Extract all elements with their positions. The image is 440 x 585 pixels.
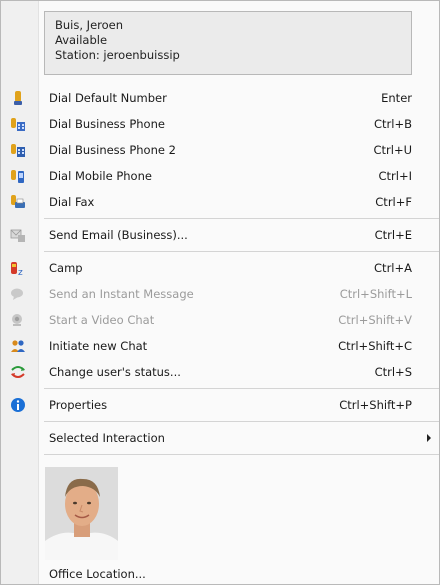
dial-mobile-phone-label: Dial Mobile Phone [49,169,152,183]
dial-fax-shortcut: Ctrl+F [375,195,412,209]
instant-message-icon [11,288,23,300]
menu-item-dial-fax[interactable]: Dial Fax Ctrl+F [1,189,439,215]
chat-icon [11,340,25,352]
menu-separator [44,251,439,252]
contact-status: Available [55,33,108,47]
start-video-chat-label: Start a Video Chat [49,313,155,327]
fax-icon [11,195,25,208]
dial-mobile-phone-shortcut: Ctrl+I [378,169,413,183]
office-location-link[interactable]: Office Location... [49,567,146,581]
start-video-chat-shortcut: Ctrl+Shift+V [338,313,412,327]
submenu-arrow-icon [427,434,431,442]
initiate-new-chat-shortcut: Ctrl+Shift+C [338,339,412,353]
business-phone-2-icon [11,144,25,157]
contact-photo-image [45,467,118,560]
menu-item-send-instant-message[interactable]: Send an Instant Message Ctrl+Shift+L [1,281,439,307]
selected-interaction-label: Selected Interaction [49,431,165,445]
menu-separator [44,218,439,219]
menu-item-change-user-status[interactable]: Change user's status... Ctrl+S [1,359,439,385]
change-status-icon [11,366,25,378]
initiate-new-chat-label: Initiate new Chat [49,339,148,353]
menu-item-selected-interaction[interactable]: Selected Interaction [1,425,439,451]
menu-items: Dial Default Number Enter Dial Business … [1,85,439,458]
menu-item-dial-business-phone[interactable]: Dial Business Phone Ctrl+B [1,111,439,137]
menu-item-properties[interactable]: Properties Ctrl+Shift+P [1,392,439,418]
dial-business-phone-shortcut: Ctrl+B [374,117,412,131]
menu-separator [44,454,439,455]
contact-context-menu: Buis, Jeroen Available Station: jeroenbu… [0,0,440,585]
contact-card: Buis, Jeroen Available Station: jeroenbu… [44,11,412,75]
camp-icon: z [11,262,23,276]
send-instant-message-label: Send an Instant Message [49,287,194,301]
dial-business-phone-2-label: Dial Business Phone 2 [49,143,176,157]
menu-item-send-email-business[interactable]: Send Email (Business)... Ctrl+E [1,222,439,248]
contact-station: Station: jeroenbuissip [55,48,180,62]
camp-label: Camp [49,261,83,275]
menu-item-initiate-new-chat[interactable]: Initiate new Chat Ctrl+Shift+C [1,333,439,359]
send-instant-message-shortcut: Ctrl+Shift+L [339,287,412,301]
properties-shortcut: Ctrl+Shift+P [339,398,412,412]
camp-shortcut: Ctrl+A [374,261,412,275]
change-user-status-shortcut: Ctrl+S [374,365,412,379]
menu-item-camp[interactable]: z Camp Ctrl+A [1,255,439,281]
dial-business-phone-2-shortcut: Ctrl+U [373,143,412,157]
send-email-business-shortcut: Ctrl+E [374,228,412,242]
dial-default-number-shortcut: Enter [381,91,412,105]
phone-icon [14,91,22,105]
email-icon [10,229,25,242]
change-user-status-label: Change user's status... [49,365,181,379]
menu-separator [44,421,439,422]
svg-text:z: z [18,268,23,276]
properties-label: Properties [49,398,108,412]
contact-photo [45,467,118,560]
dial-fax-label: Dial Fax [49,195,95,209]
dial-business-phone-label: Dial Business Phone [49,117,165,131]
contact-name: Buis, Jeroen [55,18,124,32]
menu-item-dial-business-phone-2[interactable]: Dial Business Phone 2 Ctrl+U [1,137,439,163]
send-email-business-label: Send Email (Business)... [49,228,188,242]
info-icon [11,398,25,412]
menu-item-dial-mobile-phone[interactable]: Dial Mobile Phone Ctrl+I [1,163,439,189]
menu-item-start-video-chat[interactable]: Start a Video Chat Ctrl+Shift+V [1,307,439,333]
dial-default-number-label: Dial Default Number [49,91,167,105]
menu-item-dial-default-number[interactable]: Dial Default Number Enter [1,85,439,111]
business-phone-icon [11,118,25,131]
video-chat-icon [12,314,22,326]
menu-separator [44,388,439,389]
mobile-phone-icon [11,170,24,183]
